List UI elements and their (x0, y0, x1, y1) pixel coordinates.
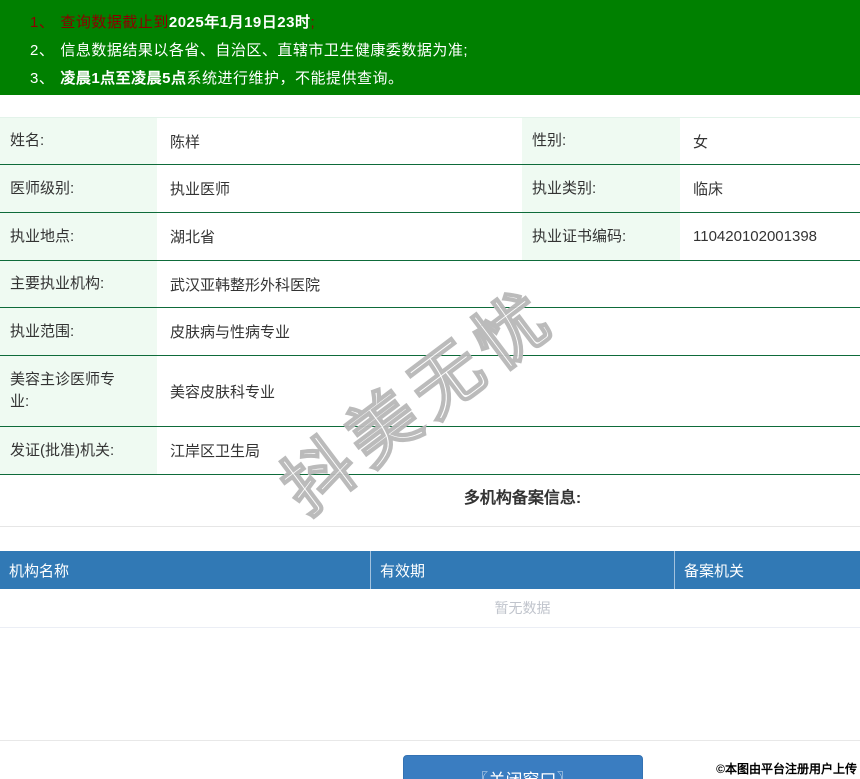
notice-text-post: 系统进行维护，不能提供查询。 (186, 70, 404, 87)
filing-table-header: 机构名称 有效期 备案机关 (0, 551, 860, 589)
column-header-institution-name: 机构名称 (9, 562, 70, 580)
close-window-button[interactable]: 〖关闭窗口〗 (402, 755, 643, 779)
doctor-level-label: 医师级别: (0, 165, 157, 212)
issuing-authority-label: 发证(批准)机关: (0, 427, 157, 474)
gender-value: 女 (680, 118, 860, 164)
practice-category-label: 执业类别: (522, 165, 680, 212)
table-row: 发证(批准)机关: 江岸区卫生局 (0, 427, 860, 475)
practice-scope-label: 执业范围: (0, 308, 157, 355)
practitioner-info-table: 姓名: 陈样 性别: 女 医师级别: 执业医师 执业类别: 临床 执业地点: 湖… (0, 117, 860, 475)
query-result-page: 1、 查询数据截止到2025年1月19日23时; 2、 信息数据结果以各省、自治区、… (0, 0, 860, 779)
notice-line-number: 1、 (30, 14, 55, 31)
notice-line-number: 3、 (30, 70, 55, 87)
table-row: 主要执业机构: 武汉亚韩整形外科医院 (0, 261, 860, 308)
practice-category-value: 临床 (680, 165, 860, 212)
column-header-filing-authority: 备案机关 (674, 551, 860, 589)
notice-banner: 1、 查询数据截止到2025年1月19日23时; 2、 信息数据结果以各省、自治区、… (0, 0, 860, 95)
table-row: 姓名: 陈样 性别: 女 (0, 118, 860, 165)
filing-table-empty-state: 暂无数据 (0, 589, 860, 628)
table-row: 医师级别: 执业医师 执业类别: 临床 (0, 165, 860, 213)
notice-line-1: 1、 查询数据截止到2025年1月19日23时; (30, 9, 860, 37)
table-row: 美容主诊医师专业: 美容皮肤科专业 (0, 356, 860, 427)
page-content: 1、 查询数据截止到2025年1月19日23时; 2、 信息数据结果以各省、自治区、… (0, 0, 860, 779)
section-divider (0, 526, 860, 527)
notice-line-3: 3、 凌晨1点至凌晨5点系统进行维护，不能提供查询。 (30, 65, 860, 93)
gender-label: 性别: (522, 118, 680, 164)
table-row: 执业地点: 湖北省 执业证书编码: 110420102001398 (0, 213, 860, 261)
doctor-level-value: 执业医师 (157, 165, 522, 212)
notice-text: 信息数据结果以各省、自治区、直辖市卫生健康委数据为准; (60, 42, 469, 59)
main-institution-label: 主要执业机构: (0, 261, 157, 307)
notice-maintenance-hours: 凌晨1点至凌晨5点 (60, 70, 187, 87)
certificate-number-label: 执业证书编码: (522, 213, 680, 260)
certificate-number-value: 110420102001398 (680, 213, 860, 260)
main-institution-value: 武汉亚韩整形外科医院 (157, 261, 860, 307)
column-header-validity-period: 有效期 (370, 551, 674, 589)
notice-line-number: 2、 (30, 42, 55, 59)
notice-text-post: ; (310, 14, 316, 31)
name-value: 陈样 (157, 118, 522, 164)
cosmetic-specialty-label: 美容主诊医师专业: (0, 356, 157, 426)
notice-date: 2025年1月19日23时 (168, 14, 311, 31)
notice-line-2: 2、 信息数据结果以各省、自治区、直辖市卫生健康委数据为准; (30, 37, 860, 65)
table-row: 执业范围: 皮肤病与性病专业 (0, 308, 860, 356)
practice-location-value: 湖北省 (157, 213, 522, 260)
practice-scope-value: 皮肤病与性病专业 (157, 308, 860, 355)
cosmetic-specialty-value: 美容皮肤科专业 (157, 356, 860, 426)
practice-location-label: 执业地点: (0, 213, 157, 260)
name-label: 姓名: (0, 118, 157, 164)
notice-text: 查询数据截止到 (60, 14, 169, 31)
issuing-authority-value: 江岸区卫生局 (157, 427, 860, 474)
multi-institution-filing-title: 多机构备案信息: (463, 490, 582, 507)
upload-copyright-note: ©本图由平台注册用户上传 (716, 762, 857, 776)
